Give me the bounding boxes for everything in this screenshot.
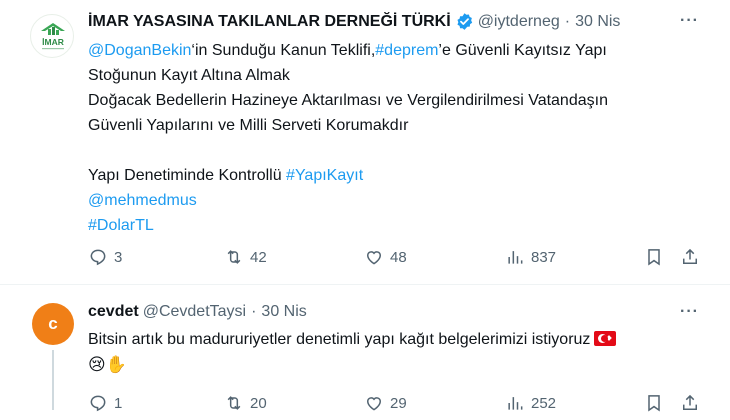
author-handle[interactable]: @iytderneg <box>478 13 560 31</box>
mention-link[interactable]: @DoganBekin <box>88 42 191 59</box>
reply-count: 1 <box>114 394 123 412</box>
tweet-text: @DoganBekin‘in Sunduğu Kanun Teklifi,#de… <box>88 38 608 238</box>
views-button[interactable]: 837 <box>505 247 556 267</box>
imar-logo-icon: İMAR <box>41 23 65 50</box>
thread-line <box>52 350 54 410</box>
tweet-date[interactable]: 30 Nis <box>575 13 620 31</box>
bookmark-button[interactable] <box>644 393 664 413</box>
tweet-text: Bitsin artık bu madururiyetler denetimli… <box>88 327 617 378</box>
avatar-logo-text: İMAR <box>42 37 64 47</box>
retweet-button[interactable]: 20 <box>224 393 267 413</box>
reply-text: Bitsin artık bu madururiyetler denetimli… <box>88 331 591 348</box>
like-icon <box>366 251 382 265</box>
retweet-button[interactable]: 42 <box>224 247 267 267</box>
retweet-count: 42 <box>250 248 267 266</box>
tweet-actions: 3 42 48 837 <box>88 247 708 271</box>
tweet-line-4: Güvenli Yapılarını ve Milli Serveti Koru… <box>88 117 409 134</box>
like-count: 29 <box>390 394 407 412</box>
like-icon <box>366 397 382 411</box>
retweet-icon <box>227 396 241 410</box>
tweet-line-5: Yapı Denetiminde Kontrollü #YapıKayıt <box>88 163 608 188</box>
tweet-line-2: Stoğunun Kayıt Altına Almak <box>88 67 290 84</box>
more-options-icon[interactable]: ··· <box>680 12 699 30</box>
like-count: 48 <box>390 248 407 266</box>
views-count: 837 <box>531 248 557 266</box>
views-icon <box>508 397 523 410</box>
separator-dot: · <box>564 12 571 30</box>
text-segment: Yapı Denetiminde Kontrollü <box>88 167 287 184</box>
share-icon <box>683 248 697 264</box>
tweet-date[interactable]: 30 Nis <box>261 303 306 321</box>
reply-icon <box>90 249 106 266</box>
tweet-line-3: Doğacak Bedellerin Hazineye Aktarılması … <box>88 92 608 109</box>
author-handle[interactable]: @CevdetTaysi <box>143 303 246 321</box>
main-tweet[interactable]: İMAR İMAR YASASINA TAKILANLAR DERNEĞİ TÜ… <box>0 0 730 284</box>
like-button[interactable]: 48 <box>364 247 407 267</box>
bookmark-icon <box>648 395 660 412</box>
share-button[interactable] <box>680 393 700 413</box>
text-segment: ’e Güvenli Kayıtsız Yapı <box>438 42 607 59</box>
retweet-count: 20 <box>250 394 267 412</box>
author-name[interactable]: İMAR YASASINA TAKILANLAR DERNEĞİ TÜRKİ <box>88 13 451 31</box>
avatar[interactable]: c <box>32 303 74 345</box>
author-name[interactable]: cevdet <box>88 303 139 321</box>
more-options-icon[interactable]: ··· <box>680 303 699 321</box>
text-segment: ‘in Sunduğu Kanun Teklifi, <box>191 42 376 59</box>
bookmark-button[interactable] <box>644 247 664 267</box>
views-count: 252 <box>531 394 557 412</box>
hashtag-link[interactable]: #DolarTL <box>88 213 608 238</box>
reply-button[interactable]: 1 <box>88 393 122 413</box>
avatar-letter: c <box>48 314 58 333</box>
like-button[interactable]: 29 <box>364 393 407 413</box>
turkey-flag-icon <box>594 331 617 346</box>
reply-button[interactable]: 3 <box>88 247 122 267</box>
tweet-header: cevdet @CevdetTaysi · 30 Nis <box>88 303 307 321</box>
tweet-actions: 1 20 29 252 <box>88 393 708 417</box>
separator-dot: · <box>251 303 257 320</box>
tweet-header: İMAR YASASINA TAKILANLAR DERNEĞİ TÜRKİ @… <box>88 12 620 31</box>
reply-icon <box>90 395 106 412</box>
views-icon <box>508 251 523 264</box>
retweet-icon <box>227 250 241 264</box>
reply-count: 3 <box>114 248 123 266</box>
views-button[interactable]: 252 <box>505 393 556 413</box>
reply-line-1: Bitsin artık bu madururiyetler denetimli… <box>88 327 617 352</box>
share-icon <box>683 394 697 410</box>
emoji-group: 😢✋ <box>88 355 127 374</box>
avatar[interactable]: İMAR <box>30 14 74 58</box>
mention-link[interactable]: @mehmedmus <box>88 188 608 213</box>
tweet-line-1: @DoganBekin‘in Sunduğu Kanun Teklifi,#de… <box>88 38 608 63</box>
hashtag-link[interactable]: #deprem <box>375 42 438 59</box>
share-button[interactable] <box>680 247 700 267</box>
verified-badge-icon <box>457 13 472 30</box>
hashtag-link[interactable]: #YapıKayıt <box>286 167 363 184</box>
bookmark-icon <box>648 249 660 266</box>
